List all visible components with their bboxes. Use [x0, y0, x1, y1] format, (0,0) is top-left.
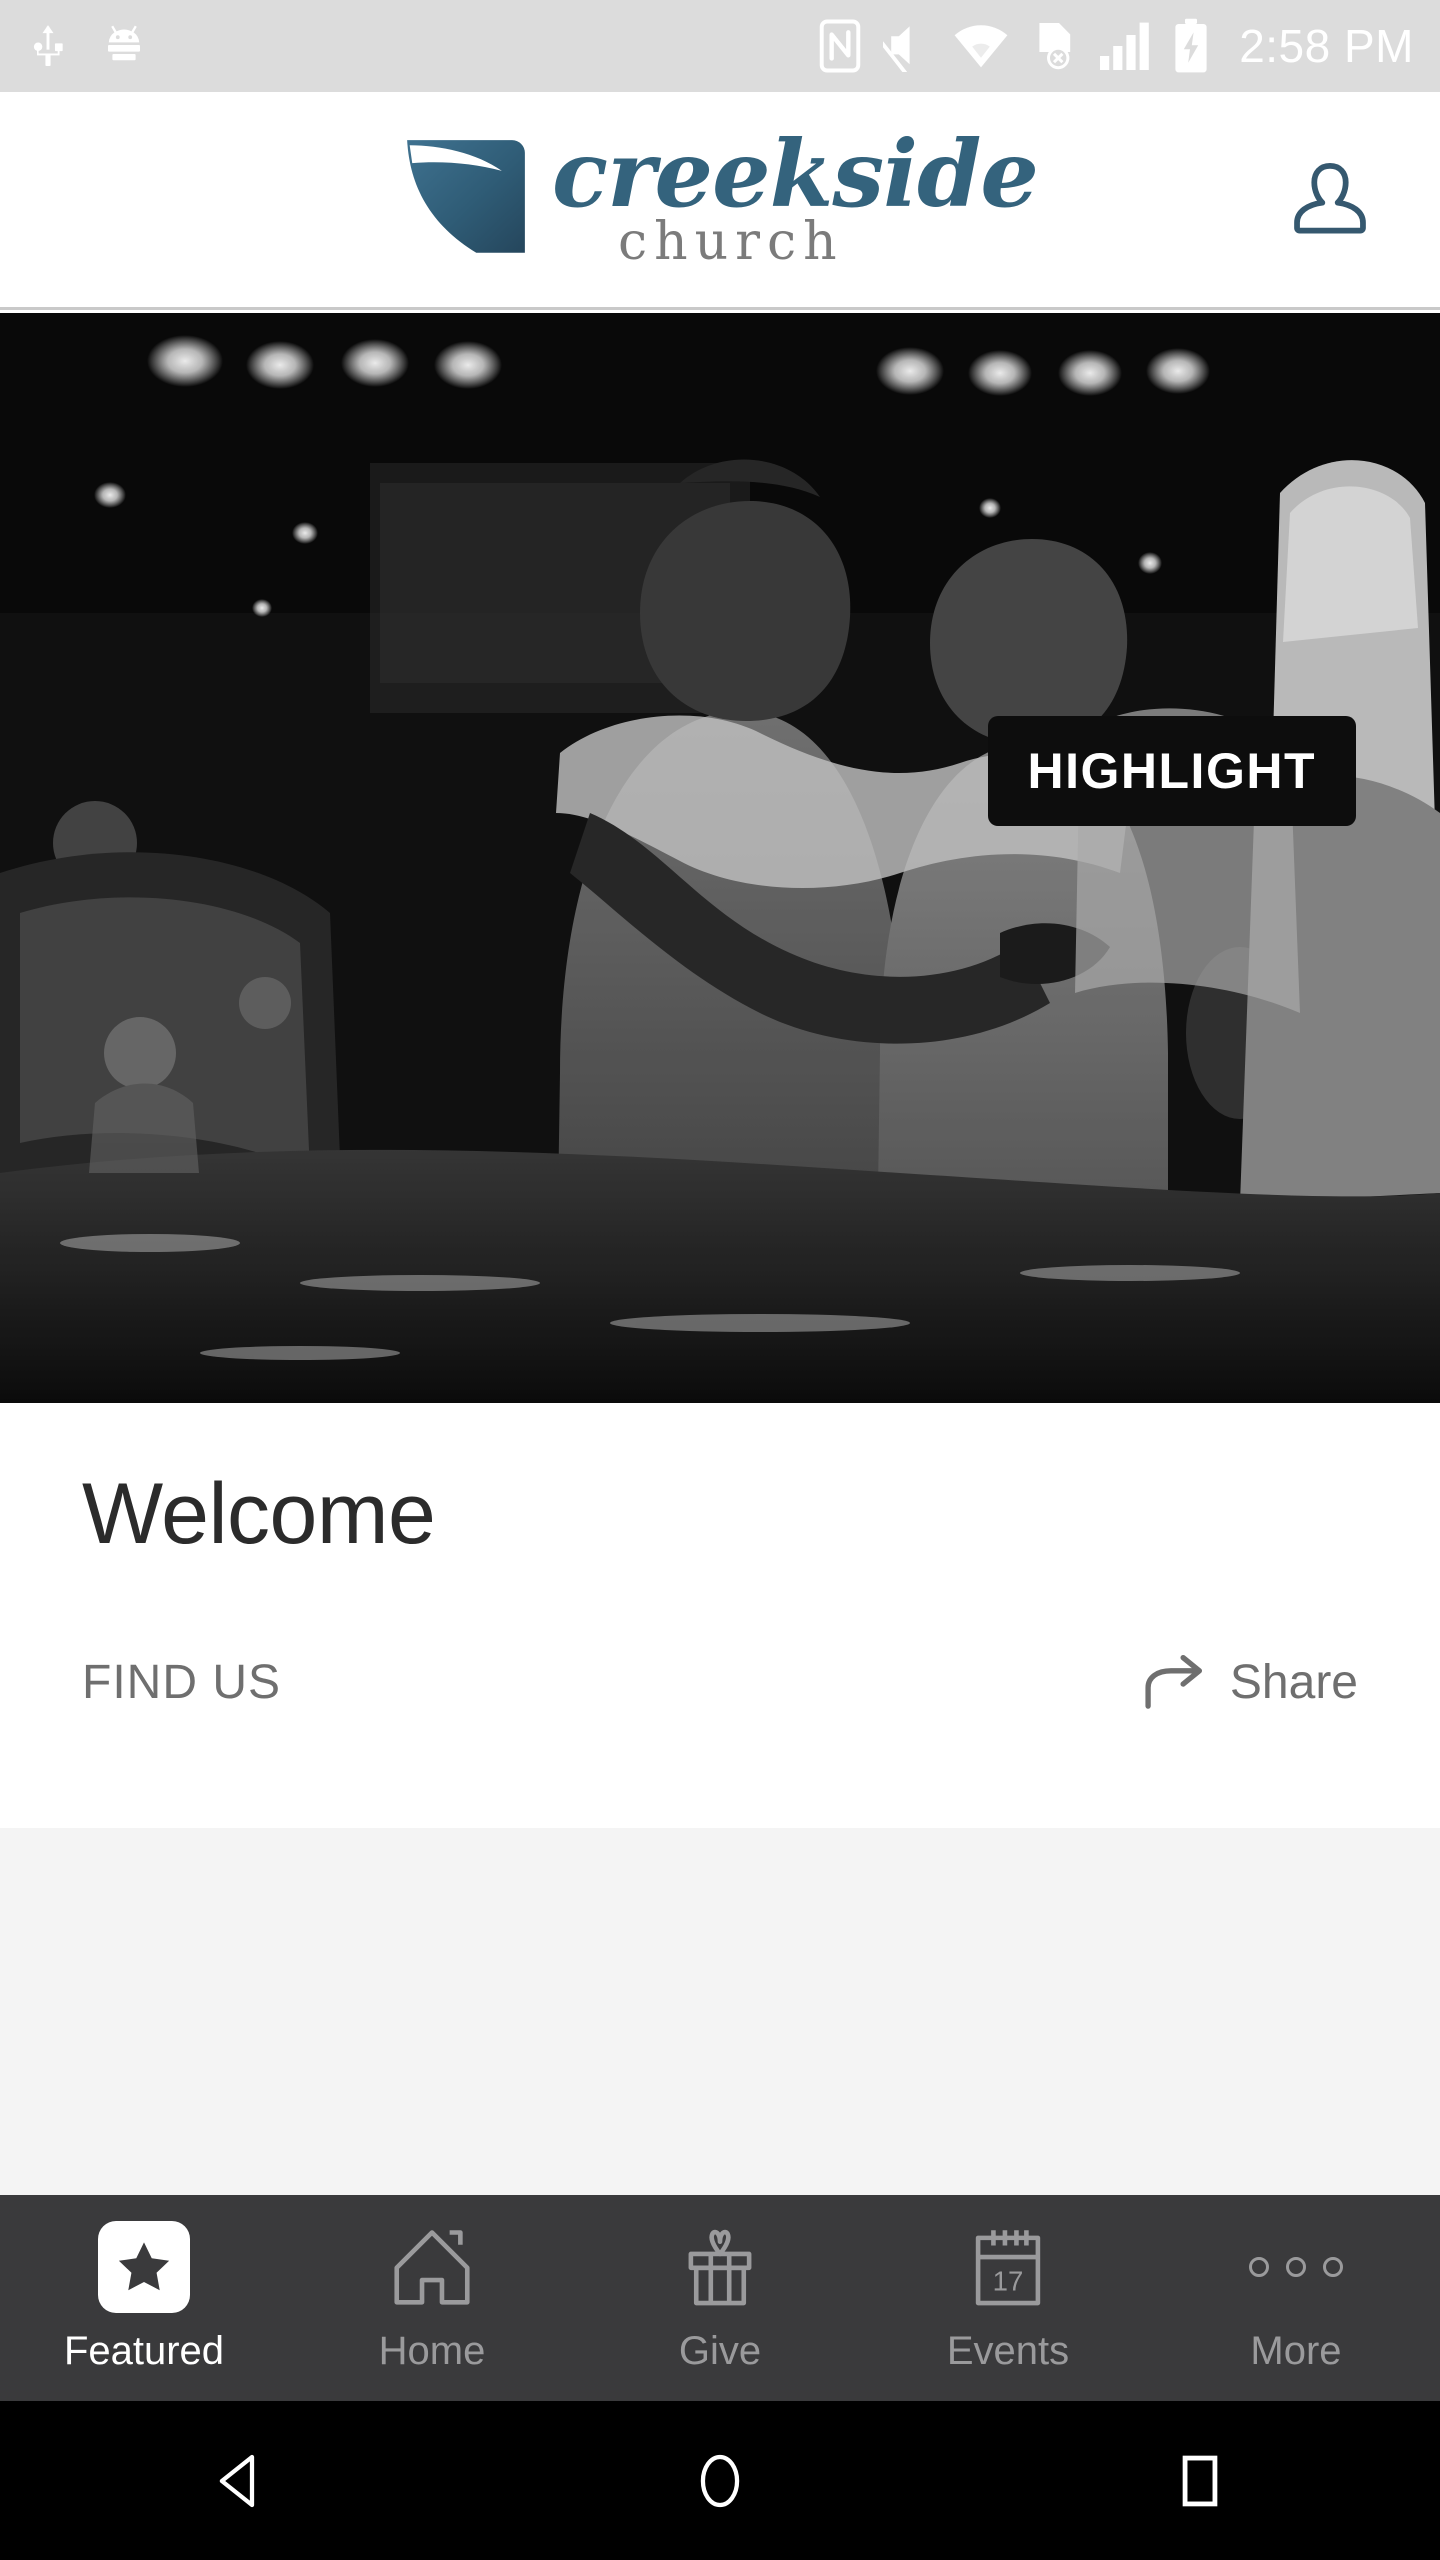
back-triangle-icon [219, 2454, 255, 2507]
tab-events-label: Events [946, 2329, 1070, 2373]
tab-more[interactable]: More [1152, 2195, 1440, 2374]
house-icon [394, 2230, 470, 2305]
featured-actions: FIND US Share [82, 1651, 1358, 1713]
share-label: Share [1229, 1655, 1358, 1709]
app-logo-text: creekside church [552, 120, 1039, 272]
app-logo: creekside church [402, 120, 1039, 272]
tab-events-icon-wrap: 17 [962, 2221, 1054, 2313]
back-button[interactable] [170, 2426, 310, 2536]
tab-home-label: Home [378, 2329, 486, 2373]
tab-home[interactable]: Home [288, 2195, 576, 2374]
android-navigation-bar [0, 2401, 1440, 2560]
tab-more-icon-wrap [1249, 2221, 1343, 2313]
signal-bars-icon [1100, 22, 1149, 71]
battery-charging-icon [1175, 18, 1207, 73]
hero-photo [0, 313, 1440, 1403]
tab-featured-icon-wrap [98, 2221, 190, 2313]
status-bar-left-icons [26, 22, 148, 70]
calendar-icon: 17 [975, 2230, 1041, 2306]
featured-hero-image[interactable]: HIGHLIGHT [0, 313, 1440, 1403]
nfc-icon [819, 19, 861, 73]
bottom-tab-bar: Featured Home Give 17 Events More [0, 2195, 1440, 2401]
share-arrow-icon [1145, 1654, 1202, 1709]
tab-more-label: More [1250, 2329, 1342, 2373]
android-debug-icon [108, 25, 140, 61]
tab-events[interactable]: 17 Events [864, 2195, 1152, 2374]
profile-button[interactable] [1282, 152, 1378, 248]
no-sim-icon [1039, 23, 1071, 70]
find-us-button[interactable]: FIND US [82, 1655, 281, 1710]
gift-icon [688, 2229, 752, 2306]
vibrate-mute-icon [883, 26, 910, 72]
recents-button[interactable] [1130, 2426, 1270, 2536]
home-circle-icon [700, 2454, 740, 2507]
logo-primary-text: creekside [552, 120, 1039, 229]
person-icon [1294, 162, 1366, 234]
creekside-swoosh-icon [407, 140, 525, 254]
tab-give-icon-wrap [674, 2221, 766, 2313]
three-dots-icon [1249, 2257, 1343, 2277]
star-icon [118, 2242, 170, 2291]
recents-square-icon [1182, 2455, 1218, 2506]
star-icon-background [98, 2221, 190, 2313]
calendar-day-number: 17 [993, 2265, 1024, 2296]
dot-2 [1286, 2257, 1306, 2277]
featured-title: Welcome [82, 1466, 436, 1562]
tab-give-label: Give [678, 2329, 762, 2373]
highlight-badge: HIGHLIGHT [987, 716, 1356, 826]
logo-secondary-text: church [618, 211, 844, 272]
status-bar: 2:58 PM [0, 0, 1440, 92]
tab-home-icon-wrap [386, 2221, 478, 2313]
dot-3 [1323, 2257, 1343, 2277]
tab-give[interactable]: Give [576, 2195, 864, 2374]
share-button[interactable]: Share [1142, 1651, 1358, 1713]
status-bar-clock: 2:58 PM [1239, 20, 1414, 72]
featured-info-card: Welcome FIND US Share [0, 1403, 1440, 1828]
wifi-icon [954, 25, 1008, 68]
status-bar-right-icons: 2:58 PM [819, 18, 1414, 74]
feed-section: Cor us completing are a gues member. Dro… [0, 1828, 1440, 2195]
dot-1 [1249, 2257, 1269, 2277]
app-screen: 2:58 PM creekside church HIGHLIGHT Welco… [0, 0, 1440, 2560]
usb-icon [33, 25, 63, 66]
tab-featured-label: Featured [63, 2329, 225, 2373]
tab-featured[interactable]: Featured [0, 2195, 288, 2374]
app-header: creekside church [0, 92, 1440, 310]
home-button[interactable] [650, 2426, 790, 2536]
